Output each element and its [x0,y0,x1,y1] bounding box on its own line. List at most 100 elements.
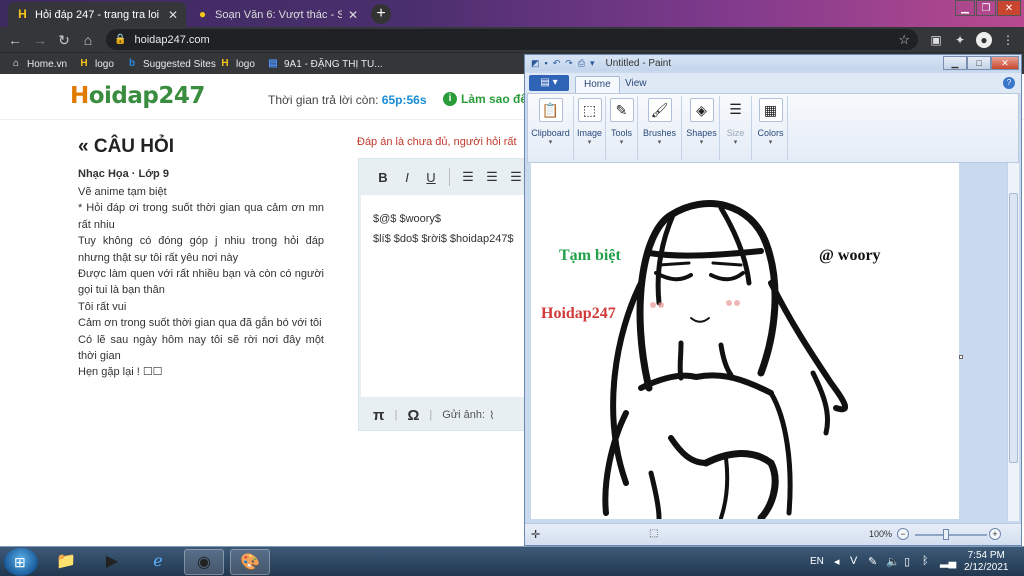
paint-app-icon: ◩ [531,57,540,68]
close-icon[interactable]: ✕ [348,8,358,22]
paint-title-bar: ◩ ▪ ↶ ↷ ⎙ ▾ Untitled - Paint ▁ □ ✕ [525,55,1021,71]
brush-icon: 🖌 [647,98,672,122]
group-label: Colors [757,128,784,138]
paint-close-button[interactable]: ✕ [991,56,1019,70]
zoom-level: 100% [869,529,893,539]
paint-taskbar-icon[interactable]: 🎨 [230,549,270,575]
paint-title: Untitled - Paint [605,57,672,69]
zoom-out-button[interactable]: − [897,528,909,540]
paint-ribbon: 📋 Clipboard ▾ ⬚ Image ▾ ✎ Tools ▾ 🖌 Brus… [527,93,1019,163]
avatar[interactable]: ● [976,32,992,48]
windows-taskbar: ⊞ 📁 ▶ ℯ ◉ 🎨 EN ◂ V ✎ 🔈 ▯ ᛒ ▂▄ 7:54 PM 2/… [0,546,1024,576]
redo-icon[interactable]: ↷ [565,58,573,69]
puzzle-icon[interactable]: ✦ [952,32,968,48]
paint-minimize-button[interactable]: ▁ [943,56,967,70]
clock-time: 7:54 PM [967,550,1005,561]
clipboard-group[interactable]: 📋 Clipboard ▾ [528,96,574,160]
paint-vertical-scrollbar[interactable] [1007,163,1019,521]
home-icon[interactable]: ⌂ [79,31,97,49]
bookmark-label: Home.vn [27,58,68,70]
zoom-slider-thumb[interactable] [943,529,949,540]
align-left-icon[interactable]: ☰ [456,169,480,185]
speaker-icon[interactable]: 🔈 [886,555,900,568]
canvas-text-hoidap247: Hoidap247 [541,305,616,322]
brushes-group[interactable]: 🖌 Brushes ▾ [638,96,682,160]
chrome-icon[interactable]: ◉ [184,549,224,575]
quick-access-dropdown-icon[interactable]: ▾ [590,58,595,69]
ie-icon[interactable]: ℯ [138,549,178,575]
italic-icon[interactable]: I [395,170,419,185]
media-player-icon[interactable]: ▶ [92,549,132,575]
size-group[interactable]: ☰ Size ▾ [720,96,752,160]
question-line: Được làm quen với rất nhiều bạn và còn c… [78,268,324,297]
language-indicator[interactable]: EN [810,556,824,567]
paint-window: ◩ ▪ ↶ ↷ ⎙ ▾ Untitled - Paint ▁ □ ✕ ▤ ▾ H… [524,54,1022,546]
image-group[interactable]: ⬚ Image ▾ [574,96,606,160]
bookmark-home-vn[interactable]: ⌂ Home.vn [10,56,67,72]
extension-icon[interactable]: ▣ [928,32,944,48]
group-label: Shapes [686,128,717,138]
menu-icon[interactable]: ⋮ [1000,32,1016,48]
show-hidden-icons-icon[interactable]: ◂ [834,555,840,568]
clock[interactable]: 7:54 PM 2/12/2021 [964,550,1009,574]
tab-soan-van[interactable]: ● Soạn Văn 6: Vượt thác - Soạn Văn ✕ [188,2,366,27]
tools-group[interactable]: ✎ Tools ▾ [606,96,638,160]
zoom-in-button[interactable]: + [989,528,1001,540]
question-line: Cảm ơn trong suốt thời gian qua đã gắn b… [78,317,322,330]
align-center-icon[interactable]: ☰ [480,169,504,185]
bookmark-logo-2[interactable]: H logo [219,56,255,72]
paperclip-icon[interactable]: ⌇ [489,409,494,422]
zoom-slider-track[interactable] [915,534,987,536]
bookmark-suggested-sites[interactable]: b Suggested Sites [126,56,216,72]
canvas-resize-handle[interactable] [959,355,963,359]
bold-icon[interactable]: B [371,170,395,185]
usb-icon[interactable]: ▯ [904,555,910,568]
site-logo[interactable]: Hoidap247 [70,83,205,109]
dropdown-arrow-icon: ▾ [657,139,662,146]
shapes-group[interactable]: ◈ Shapes ▾ [684,96,720,160]
tray-app-icon[interactable]: ✎ [868,555,877,568]
undo-icon[interactable]: ↶ [553,58,561,69]
url-text: hoidap247.com [134,33,210,46]
underline-icon[interactable]: U [419,170,443,185]
question-line: Tuy không có đóng góp j nhiu trong hỏi đ… [78,235,324,264]
bookmark-star-icon[interactable]: ☆ [898,32,910,48]
paint-canvas[interactable]: Tạm biệt Hoidap247 @ woory [531,163,959,522]
cursor-position-icon: ✛ [531,529,541,541]
colors-group[interactable]: ▦ Colors ▾ [754,96,788,160]
paint-file-menu-button[interactable]: ▤ ▾ [529,75,569,91]
group-label: Tools [610,128,632,138]
tab-home[interactable]: Home [575,76,620,93]
howto-link[interactable]: i Làm sao để [443,92,527,106]
new-tab-button[interactable]: + [371,4,391,24]
network-icon[interactable]: ▂▄ [940,555,956,568]
print-icon[interactable]: ⎙ [578,58,585,69]
address-bar[interactable]: 🔒 hoidap247.com ☆ [106,29,918,50]
symbol-omega-button[interactable]: Ω [407,407,419,424]
question-line: Hẹn gặp lại ! ☐☐ [78,366,163,379]
editor-footer: π | Ω | Gửi ảnh: ⌇ [359,399,529,431]
save-icon[interactable]: ▪ [545,58,548,68]
bluetooth-icon[interactable]: ᛒ [922,555,929,567]
antivirus-icon[interactable]: V [850,555,857,567]
back-icon[interactable]: ← [6,31,24,49]
close-window-button[interactable]: ✕ [997,0,1021,16]
answer-text-area[interactable]: $@$ $woory$ $lí$ $do$ $rời$ $hoidap247$ [361,195,527,397]
reload-icon[interactable]: ↻ [55,31,73,49]
start-button[interactable]: ⊞ [4,548,38,576]
tab-view[interactable]: View [617,76,655,93]
close-icon[interactable]: ✕ [168,8,178,22]
forward-icon[interactable]: → [31,31,49,49]
bookmark-logo[interactable]: H logo [78,56,114,72]
paint-maximize-button[interactable]: □ [967,56,991,70]
help-icon[interactable]: ? [1003,77,1015,89]
scroll-thumb[interactable] [1009,193,1018,463]
minimize-button[interactable]: ▁ [955,0,975,16]
pencil-icon: ✎ [609,98,634,122]
bookmark-9a1[interactable]: ▤ 9A1 - ĐẶNG THỊ TU... [267,56,382,72]
restore-button[interactable]: ❐ [976,0,996,16]
tab-title: Soạn Văn 6: Vượt thác - Soạn Văn [215,8,342,21]
math-pi-button[interactable]: π [373,407,384,424]
tab-hoidap247[interactable]: H Hỏi đáp 247 - trang tra loi ✕ [8,2,186,27]
explorer-icon[interactable]: 📁 [46,549,86,575]
